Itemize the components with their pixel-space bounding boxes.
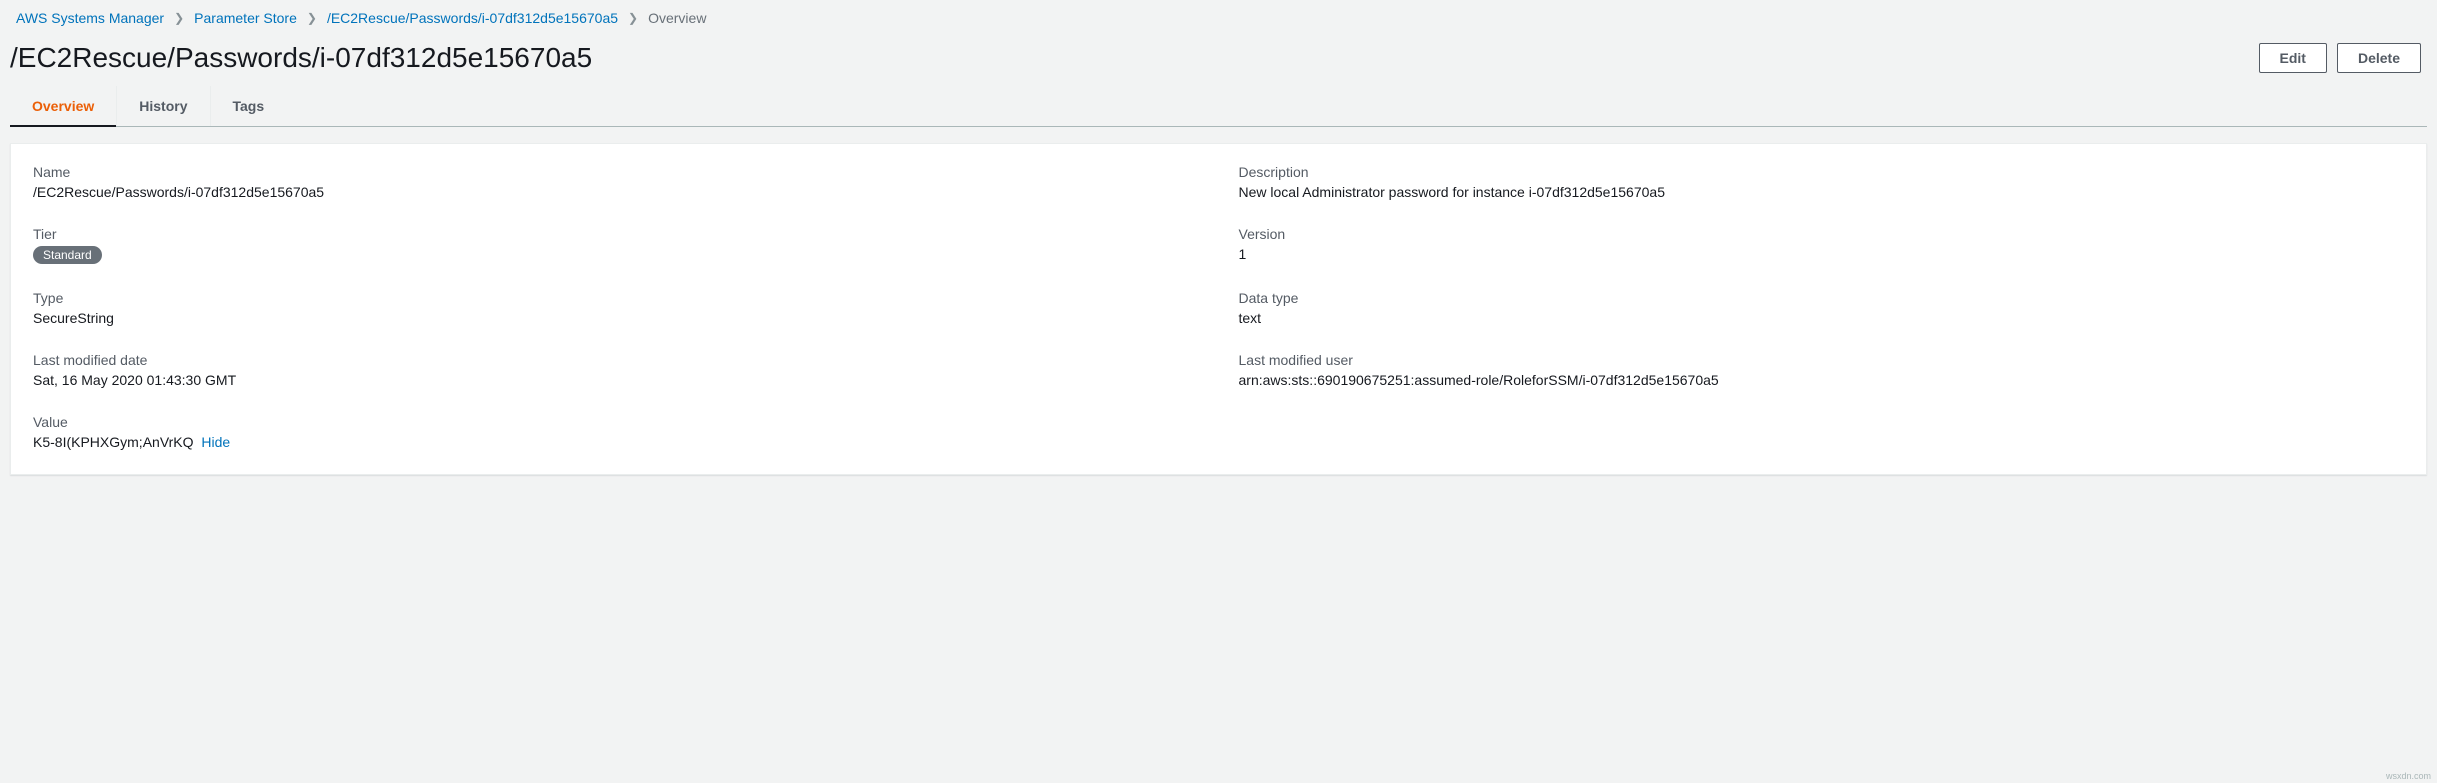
tab-overview[interactable]: Overview bbox=[10, 86, 116, 126]
breadcrumb-current: Overview bbox=[648, 10, 706, 26]
chevron-right-icon: ❯ bbox=[307, 11, 317, 25]
field-label-last-modified-user: Last modified user bbox=[1239, 352, 2405, 368]
field-type: Type SecureString bbox=[33, 290, 1199, 326]
page-header: /EC2Rescue/Passwords/i-07df312d5e15670a5… bbox=[0, 34, 2437, 86]
tab-history[interactable]: History bbox=[116, 86, 209, 126]
field-value-last-modified-user: arn:aws:sts::690190675251:assumed-role/R… bbox=[1239, 372, 2405, 388]
header-actions: Edit Delete bbox=[2259, 43, 2421, 73]
breadcrumb-link-parameter-store[interactable]: Parameter Store bbox=[194, 10, 297, 26]
field-value-value: K5-8I(KPHXGym;AnVrKQ Hide bbox=[33, 434, 1199, 450]
field-value: Value K5-8I(KPHXGym;AnVrKQ Hide bbox=[33, 414, 1199, 450]
chevron-right-icon: ❯ bbox=[628, 11, 638, 25]
parameter-value-text: K5-8I(KPHXGym;AnVrKQ bbox=[33, 434, 194, 450]
field-label-version: Version bbox=[1239, 226, 2405, 242]
page-title: /EC2Rescue/Passwords/i-07df312d5e15670a5 bbox=[10, 42, 592, 74]
field-value-description: New local Administrator password for ins… bbox=[1239, 184, 2405, 200]
field-value-version: 1 bbox=[1239, 246, 2405, 262]
field-label-type: Type bbox=[33, 290, 1199, 306]
field-value-datatype: text bbox=[1239, 310, 2405, 326]
tab-tags[interactable]: Tags bbox=[210, 86, 287, 126]
field-tier: Tier Standard bbox=[33, 226, 1199, 264]
delete-button[interactable]: Delete bbox=[2337, 43, 2421, 73]
field-label-name: Name bbox=[33, 164, 1199, 180]
chevron-right-icon: ❯ bbox=[174, 11, 184, 25]
field-name: Name /EC2Rescue/Passwords/i-07df312d5e15… bbox=[33, 164, 1199, 200]
field-value-type: SecureString bbox=[33, 310, 1199, 326]
breadcrumb-link-systems-manager[interactable]: AWS Systems Manager bbox=[16, 10, 164, 26]
field-value-last-modified-date: Sat, 16 May 2020 01:43:30 GMT bbox=[33, 372, 1199, 388]
overview-panel: Name /EC2Rescue/Passwords/i-07df312d5e15… bbox=[10, 143, 2427, 475]
field-datatype: Data type text bbox=[1239, 290, 2405, 326]
field-value-tier: Standard bbox=[33, 246, 1199, 264]
field-label-last-modified-date: Last modified date bbox=[33, 352, 1199, 368]
field-last-modified-user: Last modified user arn:aws:sts::69019067… bbox=[1239, 352, 2405, 388]
breadcrumb: AWS Systems Manager ❯ Parameter Store ❯ … bbox=[0, 0, 2437, 34]
field-version: Version 1 bbox=[1239, 226, 2405, 264]
tier-badge: Standard bbox=[33, 246, 102, 264]
hide-value-link[interactable]: Hide bbox=[201, 434, 230, 450]
field-last-modified-date: Last modified date Sat, 16 May 2020 01:4… bbox=[33, 352, 1199, 388]
breadcrumb-link-parameter[interactable]: /EC2Rescue/Passwords/i-07df312d5e15670a5 bbox=[327, 10, 618, 26]
tabs: Overview History Tags bbox=[10, 86, 2427, 127]
field-value-name: /EC2Rescue/Passwords/i-07df312d5e15670a5 bbox=[33, 184, 1199, 200]
watermark: wsxdn.com bbox=[2386, 771, 2431, 781]
field-label-tier: Tier bbox=[33, 226, 1199, 242]
field-description: Description New local Administrator pass… bbox=[1239, 164, 2405, 200]
field-label-value: Value bbox=[33, 414, 1199, 430]
edit-button[interactable]: Edit bbox=[2259, 43, 2327, 73]
field-label-datatype: Data type bbox=[1239, 290, 2405, 306]
field-label-description: Description bbox=[1239, 164, 2405, 180]
